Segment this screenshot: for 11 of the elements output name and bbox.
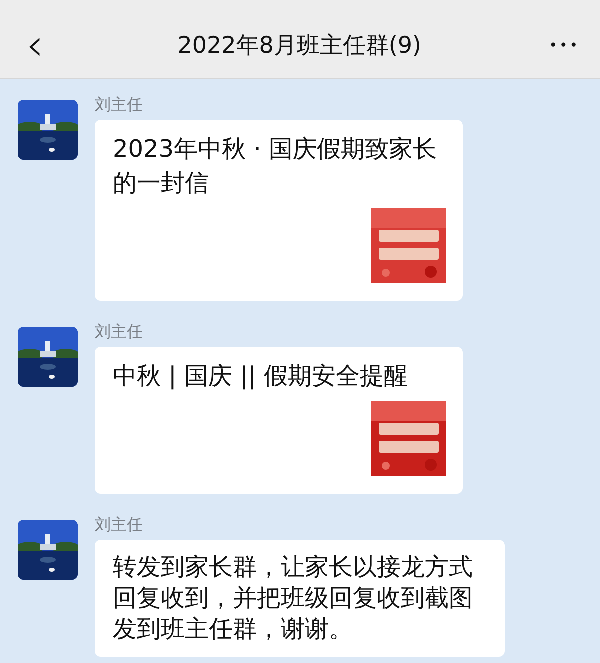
link-card[interactable]: 中秋 | 国庆 || 假期安全提醒: [95, 347, 463, 494]
link-card[interactable]: 2023年中秋 · 国庆假期致家长的一封信: [95, 120, 463, 301]
card-title: 中秋 | 国庆 || 假期安全提醒: [113, 361, 409, 392]
sender-name: 刘主任: [95, 323, 144, 341]
sender-name: 刘主任: [95, 516, 144, 534]
sender-name: 刘主任: [95, 96, 144, 114]
more-button[interactable]: •••: [549, 36, 580, 56]
card-title: 2023年中秋 · 国庆假期致家长的一封信: [113, 134, 438, 199]
message-text: 转发到家长群，让家长以接龙方式回复收到，并把班级回复收到截图发到班主任群，谢谢。: [113, 553, 473, 643]
back-button[interactable]: ‹: [20, 24, 50, 68]
chat-title: 2022年8月班主任群(9): [178, 32, 422, 61]
